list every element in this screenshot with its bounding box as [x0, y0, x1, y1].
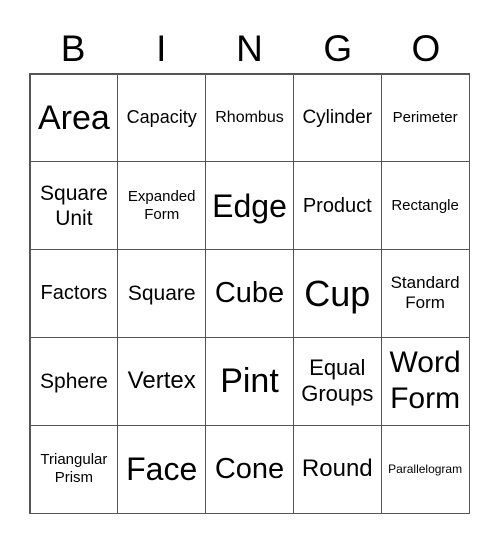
bingo-cell[interactable]: Perimeter: [380, 73, 470, 163]
header-letter-o: O: [411, 28, 441, 69]
bingo-cell[interactable]: Cylinder: [292, 73, 382, 163]
bingo-cell[interactable]: Cup: [292, 249, 382, 338]
cell-label: Rhombus: [215, 109, 284, 127]
cell-label: Pint: [220, 361, 279, 400]
cell-label: Perimeter: [392, 108, 458, 126]
bingo-header: B I N G O: [29, 26, 470, 72]
bingo-cell[interactable]: Square Unit: [29, 161, 119, 251]
cell-label: Parallelogram: [388, 461, 463, 476]
bingo-cell[interactable]: Pint: [205, 336, 294, 426]
cell-label: Standard Form: [390, 273, 460, 313]
bingo-cell[interactable]: Sphere: [29, 336, 119, 426]
cell-label: Word Form: [389, 346, 461, 416]
cell-label: Cone: [214, 452, 285, 485]
cell-label: Round: [301, 454, 373, 482]
header-letter-n: N: [236, 28, 263, 69]
cell-label: Cube: [214, 277, 285, 310]
bingo-cell[interactable]: Rectangle: [380, 161, 470, 251]
bingo-cell[interactable]: Capacity: [117, 73, 207, 163]
bingo-cell[interactable]: Word Form: [380, 336, 470, 426]
bingo-cell[interactable]: Square: [117, 249, 207, 338]
cell-label: Vertex: [127, 366, 196, 394]
cell-label: Square Unit: [40, 181, 108, 230]
cell-label: Product: [302, 194, 372, 217]
bingo-cell[interactable]: Area: [29, 73, 119, 163]
header-letter-i: I: [156, 28, 167, 69]
bingo-cell[interactable]: Product: [292, 161, 382, 251]
cell-label: Cylinder: [302, 106, 373, 128]
cell-label: Factors: [40, 282, 108, 305]
bingo-cell[interactable]: Face: [117, 424, 207, 514]
bingo-cell[interactable]: Cone: [205, 424, 294, 514]
cell-label: Cup: [304, 272, 371, 314]
bingo-grid: Area Capacity Rhombus Cylinder Perimeter Squa…: [29, 73, 470, 514]
cell-label: Edge: [212, 187, 287, 224]
cell-label: Square: [127, 281, 196, 305]
bingo-cell[interactable]: Parallelogram: [380, 424, 470, 514]
bingo-cell[interactable]: Factors: [29, 249, 119, 338]
cell-label: Capacity: [126, 107, 197, 128]
cell-label: Equal Groups: [301, 354, 374, 407]
cell-label: Rectangle: [391, 196, 459, 214]
bingo-cell[interactable]: Standard Form: [380, 249, 470, 338]
bingo-cell[interactable]: Cube: [205, 249, 294, 338]
cell-label: Expanded Form: [127, 187, 196, 223]
bingo-cell[interactable]: Edge: [205, 161, 294, 251]
bingo-cell[interactable]: Expanded Form: [117, 161, 207, 251]
bingo-cell[interactable]: Vertex: [117, 336, 207, 426]
cell-label: Face: [126, 450, 198, 487]
cell-label: Sphere: [40, 369, 108, 393]
header-letter-b: B: [60, 28, 86, 69]
bingo-cell[interactable]: Equal Groups: [292, 336, 382, 426]
header-letter-g: G: [323, 28, 353, 69]
bingo-cell[interactable]: Triangular Prism: [29, 424, 119, 514]
bingo-cell[interactable]: Round: [292, 424, 382, 514]
cell-label: Triangular Prism: [40, 451, 108, 487]
cell-label: Area: [37, 98, 110, 137]
bingo-cell[interactable]: Rhombus: [205, 73, 294, 163]
